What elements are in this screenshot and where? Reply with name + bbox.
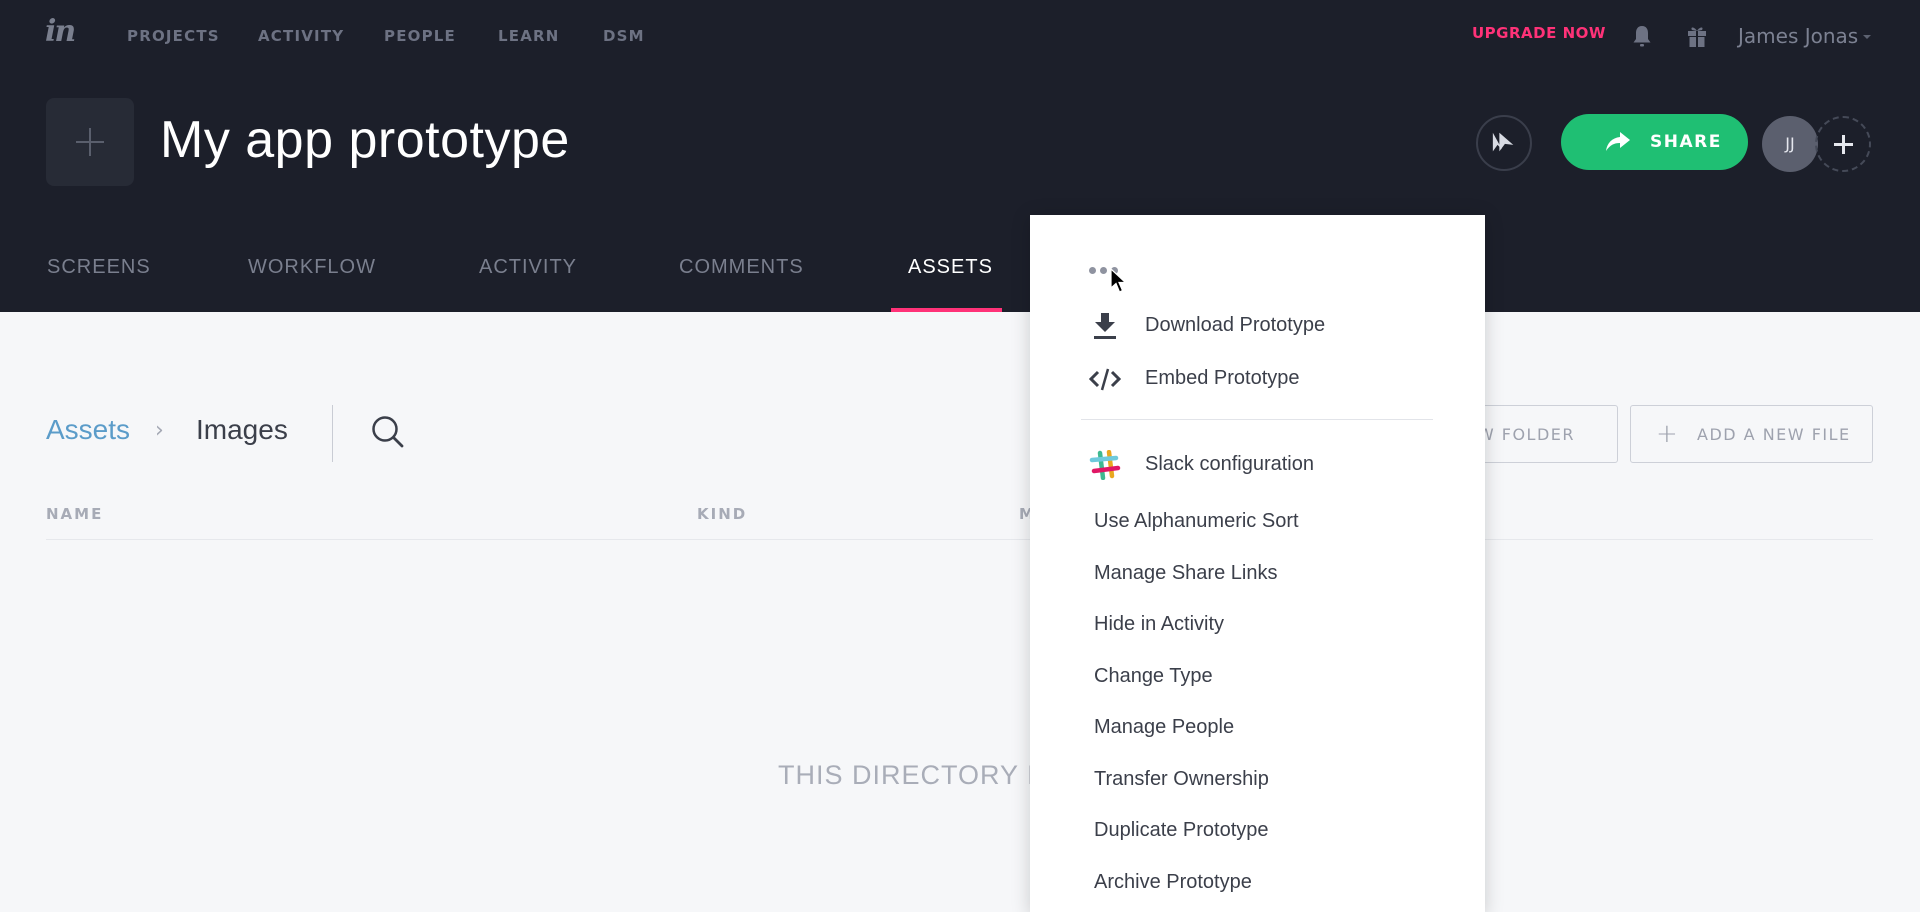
chevron-down-icon[interactable] <box>1863 35 1871 39</box>
top-navigation: in PROJECTS ACTIVITY PEOPLE LEARN DSM UP… <box>0 0 1920 72</box>
mouse-cursor-icon <box>1110 268 1128 293</box>
menu-item-change-type[interactable]: Change Type <box>1030 656 1485 698</box>
nav-dsm[interactable]: DSM <box>603 27 645 45</box>
menu-item-slack-configuration[interactable]: Slack configuration <box>1030 444 1485 486</box>
plus-icon: + <box>1656 419 1680 449</box>
divider <box>332 405 333 462</box>
menu-item-archive-prototype[interactable]: Archive Prototype <box>1030 862 1485 904</box>
menu-divider <box>1081 419 1433 420</box>
share-button[interactable]: SHARE <box>1561 114 1748 170</box>
chevron-right-icon: › <box>155 418 164 443</box>
menu-item-transfer-ownership[interactable]: Transfer Ownership <box>1030 759 1485 801</box>
menu-item-use-alphanumeric-sort[interactable]: Use Alphanumeric Sort <box>1030 501 1485 543</box>
bell-icon[interactable] <box>1632 24 1652 48</box>
table-header-divider <box>46 539 1873 540</box>
slack-icon <box>1089 450 1121 480</box>
add-new-file-label: ADD A NEW FILE <box>1697 425 1851 444</box>
gift-icon[interactable] <box>1686 24 1708 48</box>
project-header: in PROJECTS ACTIVITY PEOPLE LEARN DSM UP… <box>0 0 1920 312</box>
column-header-name[interactable]: NAME <box>46 505 103 523</box>
tab-comments[interactable]: COMMENTS <box>679 256 804 279</box>
breadcrumb-current-folder: Images <box>196 414 288 445</box>
project-options-menu: Download Prototype Embed Prototype Slack… <box>1030 215 1485 912</box>
user-menu[interactable]: James Jonas <box>1738 24 1858 48</box>
menu-item-manage-people[interactable]: Manage People <box>1030 707 1485 749</box>
tab-assets[interactable]: ASSETS <box>908 256 993 279</box>
menu-item-hide-in-activity[interactable]: Hide in Activity <box>1030 604 1485 646</box>
share-label: SHARE <box>1650 132 1722 152</box>
tab-activity[interactable]: ACTIVITY <box>479 256 577 279</box>
invision-logo[interactable]: in <box>45 14 76 49</box>
menu-item-embed-prototype[interactable]: Embed Prototype <box>1030 358 1485 400</box>
tab-workflow[interactable]: WORKFLOW <box>248 256 376 279</box>
breadcrumb-assets-link[interactable]: Assets <box>46 414 130 446</box>
column-header-kind[interactable]: KIND <box>697 505 747 523</box>
menu-item-duplicate-prototype[interactable]: Duplicate Prototype <box>1030 810 1485 852</box>
avatar[interactable]: JJ <box>1762 116 1818 172</box>
nav-learn[interactable]: LEARN <box>498 27 560 45</box>
empty-directory-message: THIS DIRECTORY IS <box>778 760 1055 790</box>
upgrade-now-link[interactable]: UPGRADE NOW <box>1472 24 1606 42</box>
share-arrow-icon <box>1606 132 1630 151</box>
menu-item-manage-share-links[interactable]: Manage Share Links <box>1030 553 1485 595</box>
project-title[interactable]: My app prototype <box>160 110 570 170</box>
download-icon <box>1094 313 1116 339</box>
add-cover-image-button[interactable] <box>46 98 134 186</box>
preview-button[interactable] <box>1476 115 1532 171</box>
tab-screens[interactable]: SCREENS <box>47 256 151 279</box>
search-icon[interactable] <box>370 414 406 450</box>
code-icon <box>1089 368 1121 391</box>
active-tab-indicator <box>891 308 1002 312</box>
add-new-file-button[interactable]: + ADD A NEW FILE <box>1630 405 1873 463</box>
menu-item-download-prototype[interactable]: Download Prototype <box>1030 305 1485 347</box>
nav-people[interactable]: PEOPLE <box>384 27 456 45</box>
nav-activity[interactable]: ACTIVITY <box>258 27 344 45</box>
nav-projects[interactable]: PROJECTS <box>127 27 220 45</box>
preview-arrows-icon <box>1492 132 1514 152</box>
add-collaborator-button[interactable] <box>1815 116 1871 172</box>
